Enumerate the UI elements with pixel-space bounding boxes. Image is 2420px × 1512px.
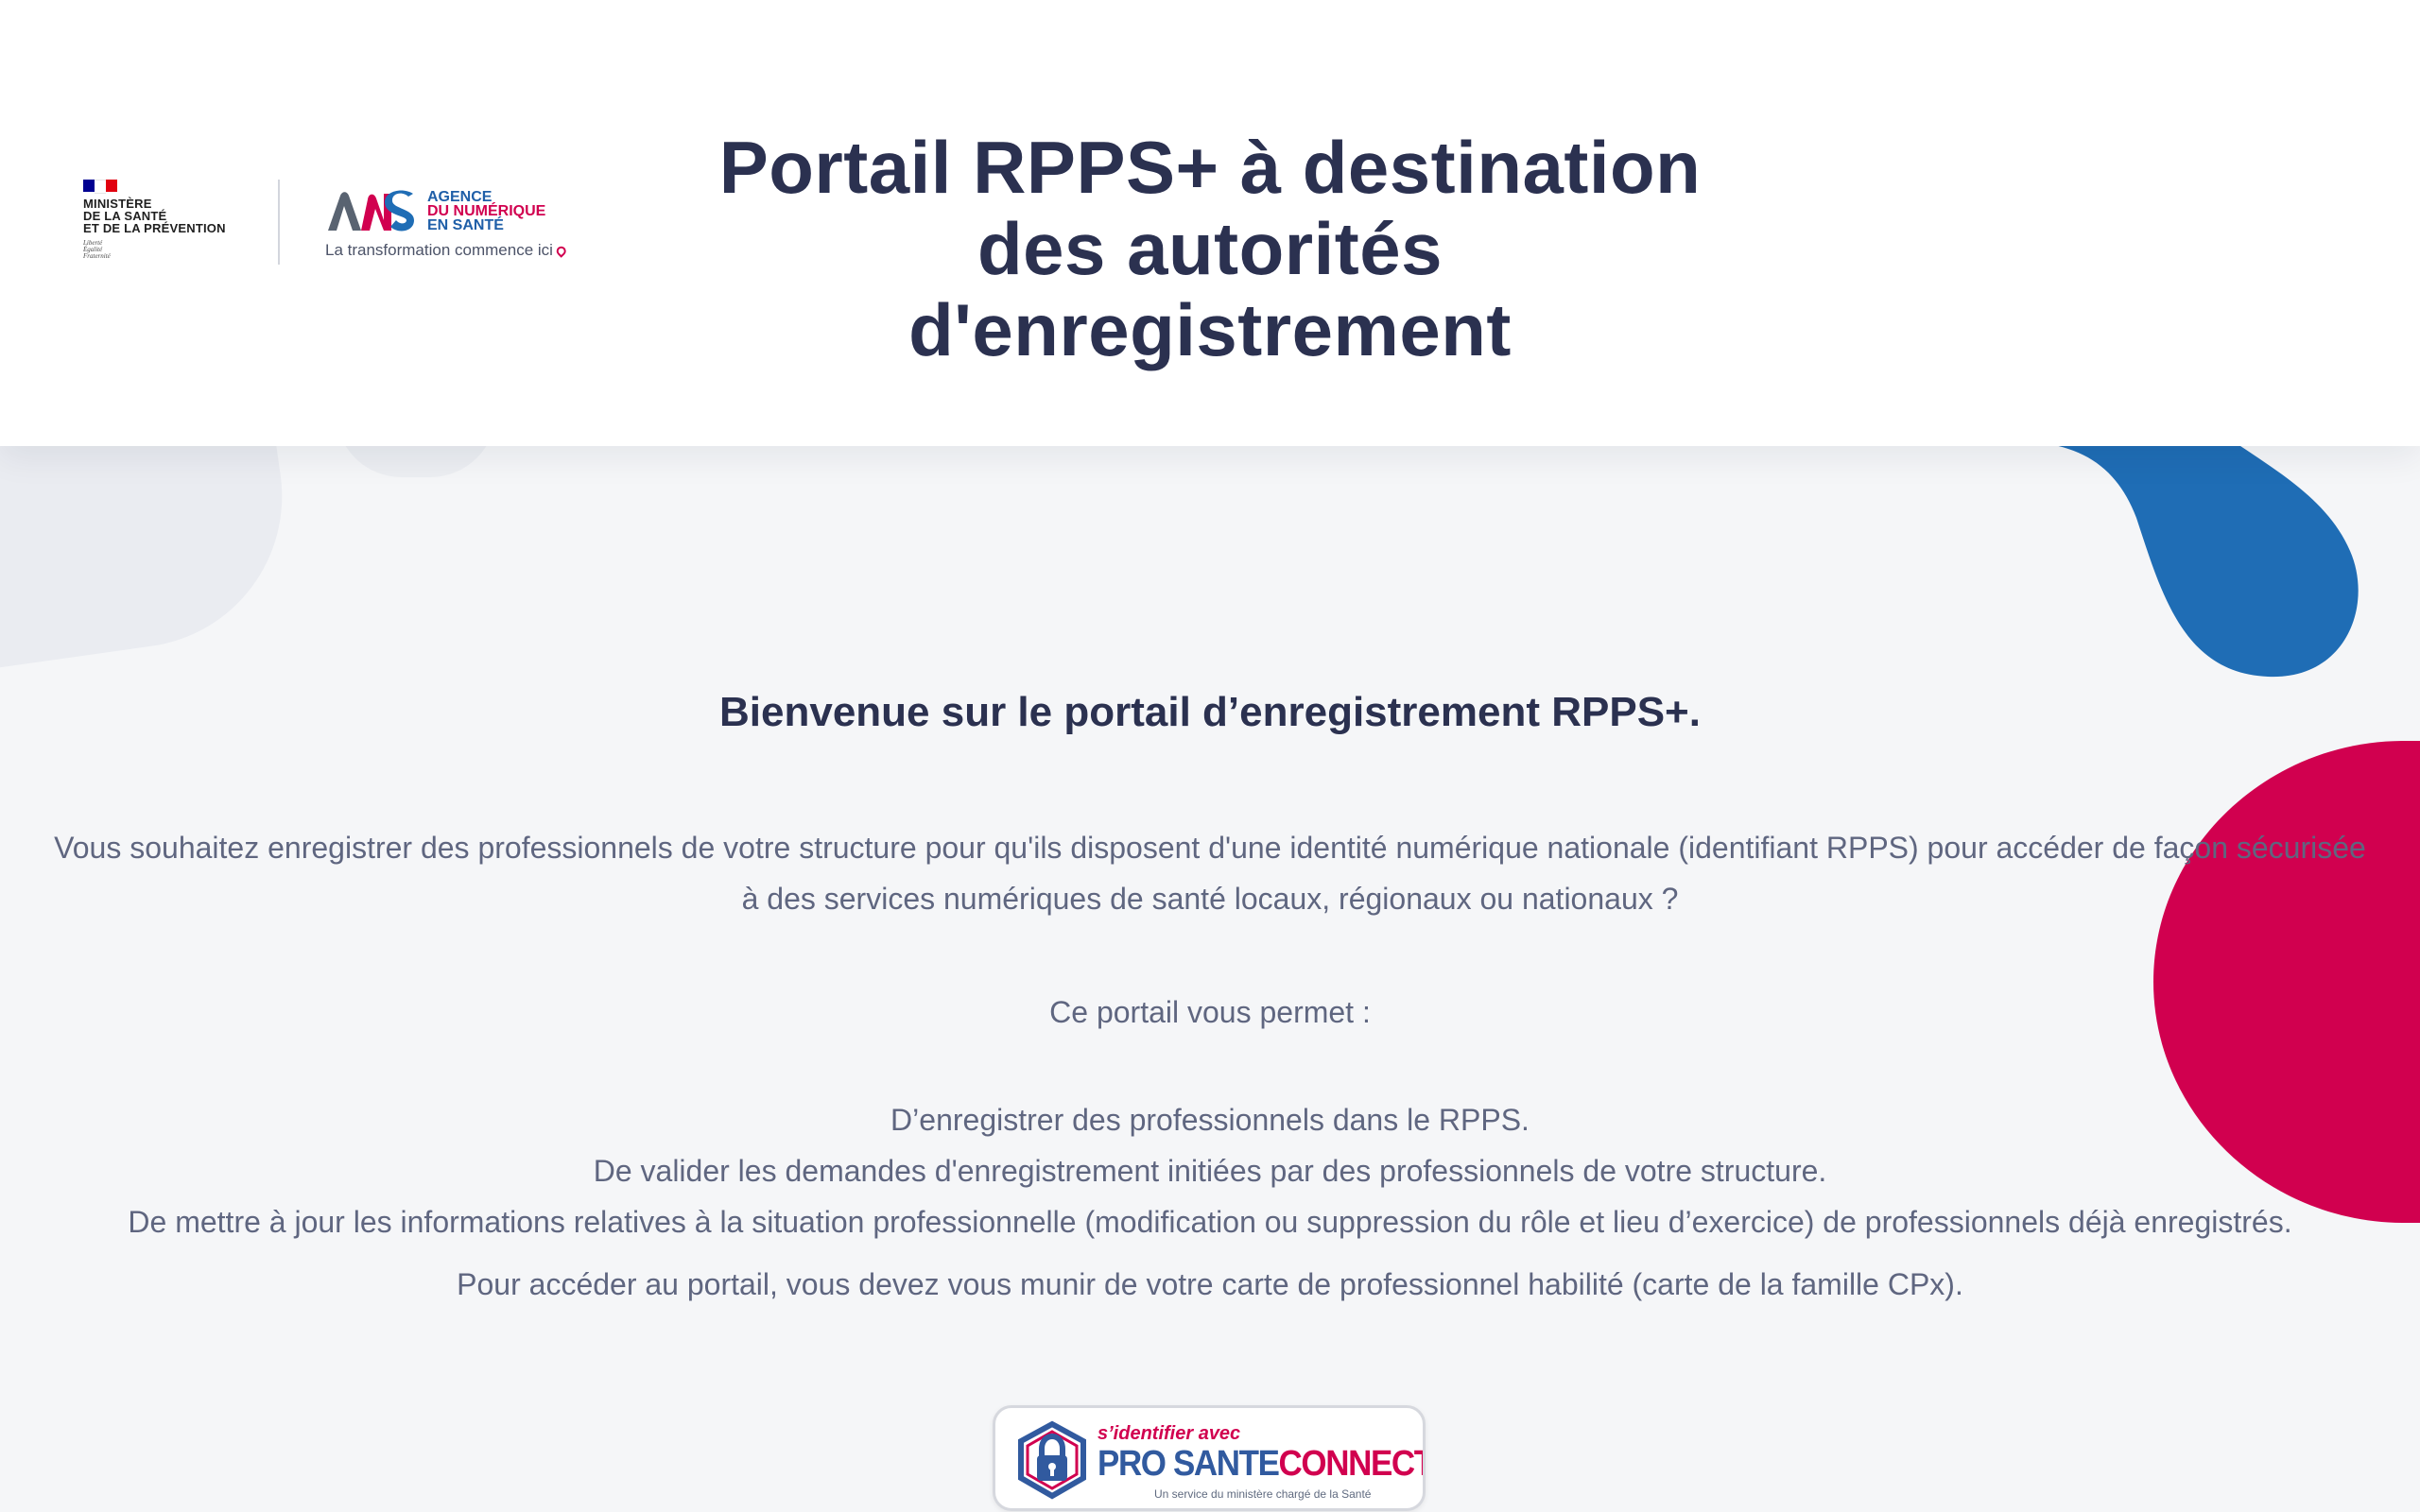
- lock-icon: [1018, 1420, 1086, 1500]
- intro-line-1: Vous souhaitez enregistrer des professio…: [54, 831, 2366, 865]
- motto-line-3: Fraternité: [83, 252, 111, 260]
- permission-item-register: D’enregistrer des professionnels dans le…: [890, 1103, 1530, 1137]
- permission-item-update: De mettre à jour les informations relati…: [128, 1205, 2292, 1239]
- permission-item-validate: De valider les demandes d'enregistrement…: [593, 1154, 1827, 1188]
- location-pin-icon: [554, 244, 568, 258]
- psc-brand: PRO SANTECONNECT: [1098, 1443, 1426, 1485]
- french-flag-icon: [83, 180, 117, 194]
- logo-divider: [278, 180, 280, 265]
- psc-subtitle: Un service du ministère chargé de la San…: [1154, 1487, 1372, 1501]
- agency-line-2: DU NUMÉRIQUE: [427, 203, 546, 219]
- intro-line-2: à des services numériques de santé locau…: [741, 882, 1679, 916]
- pro-sante-connect-button[interactable]: s’identifier avec PRO SANTECONNECT Un se…: [993, 1405, 1426, 1511]
- agency-logo: AGENCE DU NUMÉRIQUE EN SANTÉ La transfor…: [325, 190, 571, 266]
- intro-paragraph: Vous souhaitez enregistrer des professio…: [0, 822, 2420, 924]
- agency-tagline: La transformation commence ici: [325, 241, 568, 260]
- page-title: Portail RPPS+ à destination des autorité…: [695, 127, 1725, 370]
- psc-brand-pro: PRO: [1098, 1444, 1167, 1484]
- main-content: Bienvenue sur le portail d’enregistremen…: [0, 446, 2420, 1512]
- page-header: MINISTÈRE DE LA SANTÉ ET DE LA PRÉVENTIO…: [0, 0, 2420, 446]
- portal-lead: Ce portail vous permet :: [1049, 995, 1371, 1029]
- page-title-line-1: Portail RPPS+ à destination: [718, 126, 1702, 209]
- ministry-logo: MINISTÈRE DE LA SANTÉ ET DE LA PRÉVENTIO…: [83, 180, 244, 265]
- psc-top-label: s’identifier avec: [1098, 1423, 1241, 1444]
- ministry-name: MINISTÈRE DE LA SANTÉ ET DE LA PRÉVENTIO…: [83, 198, 226, 234]
- access-note: Pour accéder au portail, vous devez vous…: [457, 1267, 1963, 1301]
- portal-page: MINISTÈRE DE LA SANTÉ ET DE LA PRÉVENTIO…: [0, 0, 2420, 1512]
- page-title-line-3: d'enregistrement: [908, 288, 1512, 371]
- agency-line-1: AGENCE: [427, 189, 493, 205]
- agency-line-3: EN SANTÉ: [427, 217, 504, 233]
- page-title-line-2: des autorités: [977, 207, 1443, 290]
- welcome-heading: Bienvenue sur le portail d’enregistremen…: [719, 689, 1701, 735]
- ministry-line-3: ET DE LA PRÉVENTION: [83, 221, 226, 235]
- permissions-list: D’enregistrer des professionnels dans le…: [0, 1094, 2420, 1247]
- republic-motto: Liberté Égalité Fraternité: [83, 240, 111, 260]
- agency-tagline-text: La transformation commence ici: [325, 241, 553, 259]
- psc-brand-connect: CONNECT: [1278, 1444, 1426, 1484]
- ans-mark-icon: [328, 190, 414, 232]
- partner-logos: MINISTÈRE DE LA SANTÉ ET DE LA PRÉVENTIO…: [83, 180, 575, 274]
- psc-brand-sante: SANTE: [1172, 1444, 1280, 1484]
- agency-name: AGENCE DU NUMÉRIQUE EN SANTÉ: [427, 189, 546, 233]
